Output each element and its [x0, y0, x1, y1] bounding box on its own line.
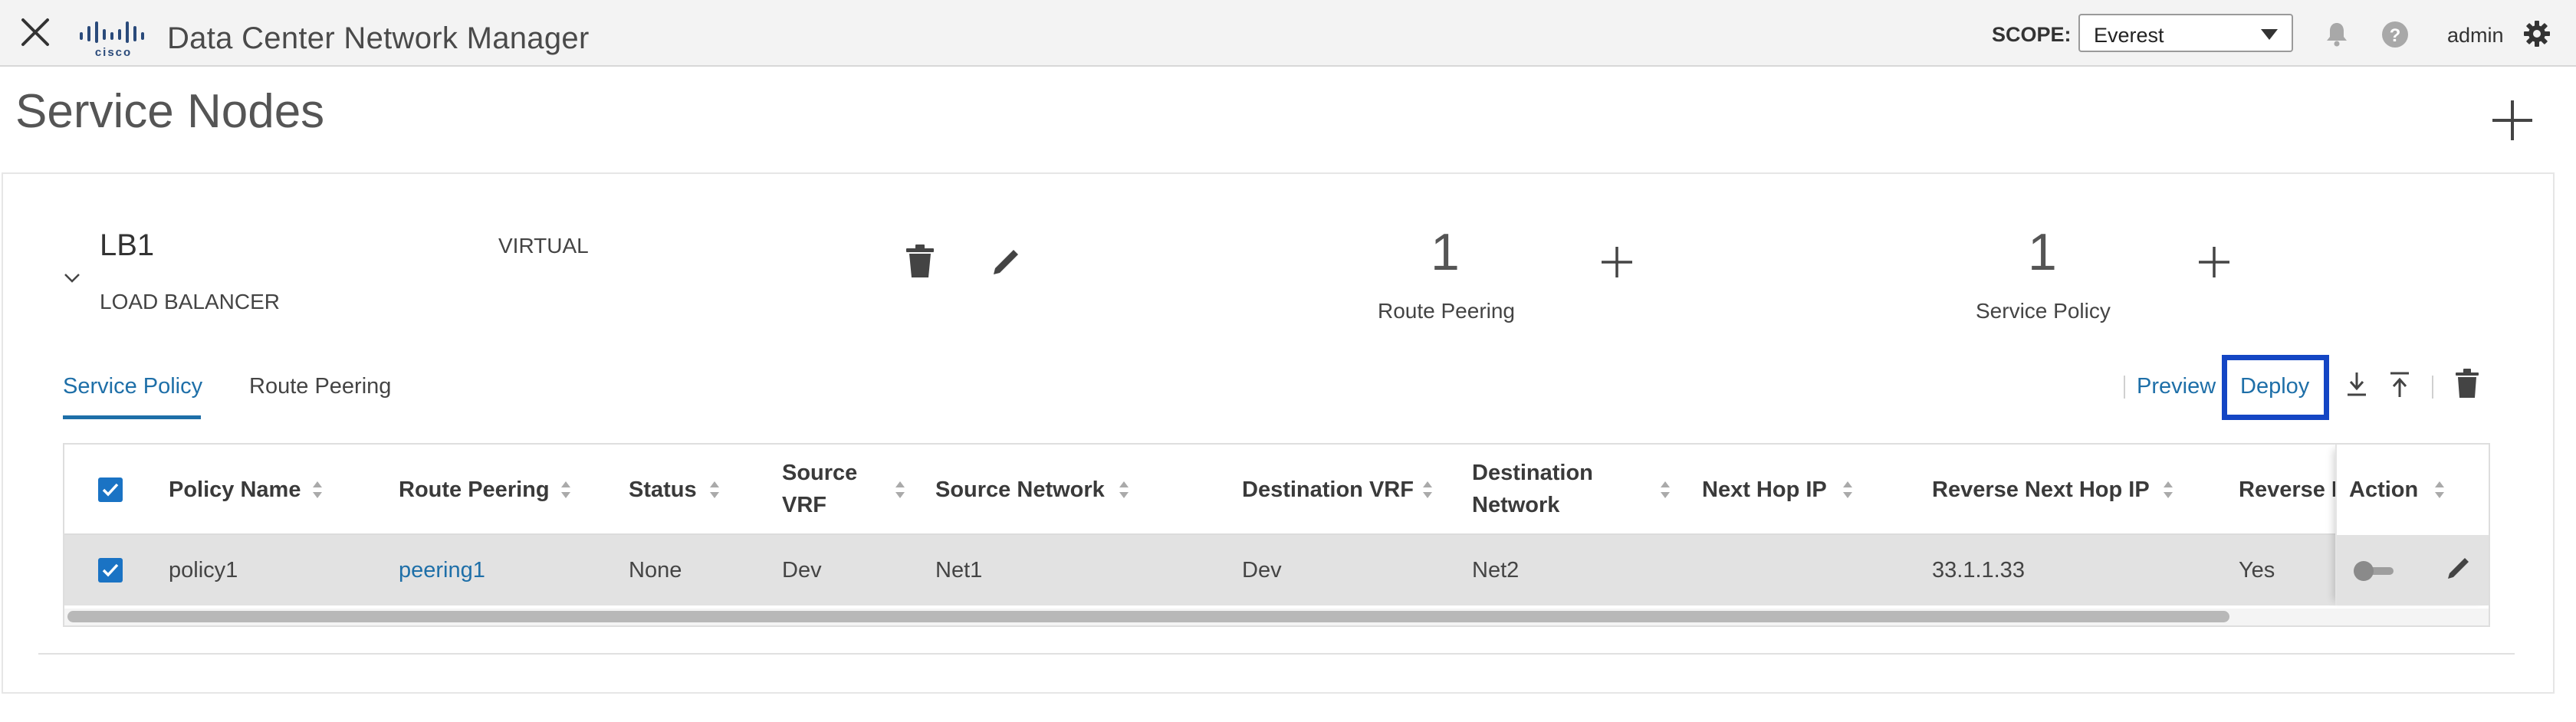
cell-source-vrf: Dev — [782, 558, 822, 583]
add-service-policy-button[interactable] — [2196, 244, 2233, 281]
upload-icon[interactable] — [2386, 369, 2413, 400]
tab-service-policy[interactable]: Service Policy — [63, 374, 202, 399]
sort-icon[interactable] — [2433, 480, 2446, 500]
column-header-source-vrf[interactable]: Source VRF — [782, 457, 866, 521]
table-row[interactable]: policy1 peering1 None Dev Net1 Dev Net2 … — [64, 535, 2489, 605]
column-header-status[interactable]: Status — [629, 474, 697, 506]
column-header-next-hop-ip[interactable]: Next Hop IP — [1702, 474, 1827, 506]
sort-icon[interactable] — [708, 480, 721, 500]
service-policy-label: Service Policy — [1976, 299, 2111, 323]
top-bar: cisco Data Center Network Manager SCOPE:… — [0, 0, 2576, 67]
service-policy-count: 1 — [2028, 223, 2057, 281]
column-header-route-peering[interactable]: Route Peering — [399, 474, 550, 506]
active-tab-indicator — [63, 415, 201, 419]
service-policy-table: Policy Name Route Peering Status Source … — [63, 443, 2490, 627]
toolbar-divider — [2432, 376, 2433, 399]
sort-icon[interactable] — [1659, 480, 1671, 500]
node-type: LOAD BALANCER — [100, 290, 280, 313]
cell-destination-network: Net2 — [1472, 558, 1520, 583]
gear-icon[interactable] — [2523, 20, 2551, 48]
user-name[interactable]: admin — [2447, 24, 2504, 48]
preview-button[interactable]: Preview — [2137, 374, 2216, 399]
close-icon[interactable] — [20, 17, 51, 48]
add-route-peering-button[interactable] — [1598, 244, 1635, 281]
scope-label: SCOPE: — [1992, 23, 2072, 46]
select-all-checkbox[interactable] — [98, 478, 123, 502]
node-mode: VIRTUAL — [498, 234, 589, 258]
app-title: Data Center Network Manager — [167, 21, 590, 55]
cell-status: None — [629, 558, 682, 583]
deploy-toggle[interactable] — [2352, 560, 2397, 583]
edit-row-icon[interactable] — [2444, 553, 2473, 583]
column-header-action[interactable]: Action — [2349, 474, 2418, 506]
sort-icon[interactable] — [1421, 480, 1434, 500]
add-service-node-button[interactable] — [2488, 96, 2537, 145]
column-header-destination-vrf[interactable]: Destination VRF — [1242, 474, 1414, 506]
table-header: Policy Name Route Peering Status Source … — [64, 445, 2489, 535]
column-header-reverse-next-hop-ip[interactable]: Reverse Next Hop IP — [1932, 474, 2150, 506]
sort-icon[interactable] — [1842, 480, 1854, 500]
card-divider — [38, 653, 2515, 655]
tab-route-peering[interactable]: Route Peering — [249, 374, 391, 399]
cell-reverse-next-hop-ip: 33.1.1.33 — [1932, 558, 2025, 583]
sort-icon[interactable] — [1118, 480, 1130, 500]
toolbar-divider — [2124, 376, 2125, 399]
chevron-down-icon[interactable] — [63, 272, 81, 284]
sort-icon[interactable] — [894, 480, 906, 500]
scope-select[interactable]: Everest — [2078, 14, 2293, 52]
help-icon[interactable]: ? — [2381, 21, 2409, 48]
cisco-logo: cisco — [80, 21, 144, 58]
svg-text:cisco: cisco — [95, 46, 132, 58]
sort-icon[interactable] — [560, 480, 572, 500]
action-column: Action — [2335, 445, 2489, 605]
svg-text:?: ? — [2390, 25, 2401, 46]
route-peering-label: Route Peering — [1378, 299, 1516, 323]
node-name: LB1 — [100, 228, 155, 262]
action-header: Action — [2337, 445, 2489, 535]
horizontal-scrollbar[interactable] — [64, 609, 2489, 625]
route-peering-count: 1 — [1431, 223, 1460, 281]
column-header-reverse-e[interactable]: Reverse E — [2239, 474, 2346, 506]
delete-node-icon[interactable] — [905, 244, 935, 279]
scrollbar-thumb[interactable] — [67, 611, 2229, 622]
row-checkbox[interactable] — [98, 558, 123, 583]
cell-policy-name: policy1 — [169, 558, 238, 583]
column-header-destination-network[interactable]: Destination Network — [1472, 457, 1610, 521]
delete-icon[interactable] — [2453, 368, 2481, 399]
edit-node-icon[interactable] — [989, 245, 1023, 279]
cell-reverse-e: Yes — [2239, 558, 2275, 583]
cell-source-network: Net1 — [935, 558, 983, 583]
column-header-source-network[interactable]: Source Network — [935, 474, 1105, 506]
sort-icon[interactable] — [2162, 480, 2174, 500]
deploy-button[interactable]: Deploy — [2240, 374, 2309, 399]
sort-icon[interactable] — [311, 480, 324, 500]
cell-route-peering-link[interactable]: peering1 — [399, 558, 485, 583]
bell-icon[interactable] — [2325, 21, 2348, 47]
chevron-down-icon — [2261, 29, 2278, 40]
page-title: Service Nodes — [15, 85, 325, 138]
cell-destination-vrf: Dev — [1242, 558, 1282, 583]
download-icon[interactable] — [2343, 369, 2371, 400]
column-header-policy-name[interactable]: Policy Name — [169, 474, 301, 506]
scope-value: Everest — [2094, 24, 2164, 47]
